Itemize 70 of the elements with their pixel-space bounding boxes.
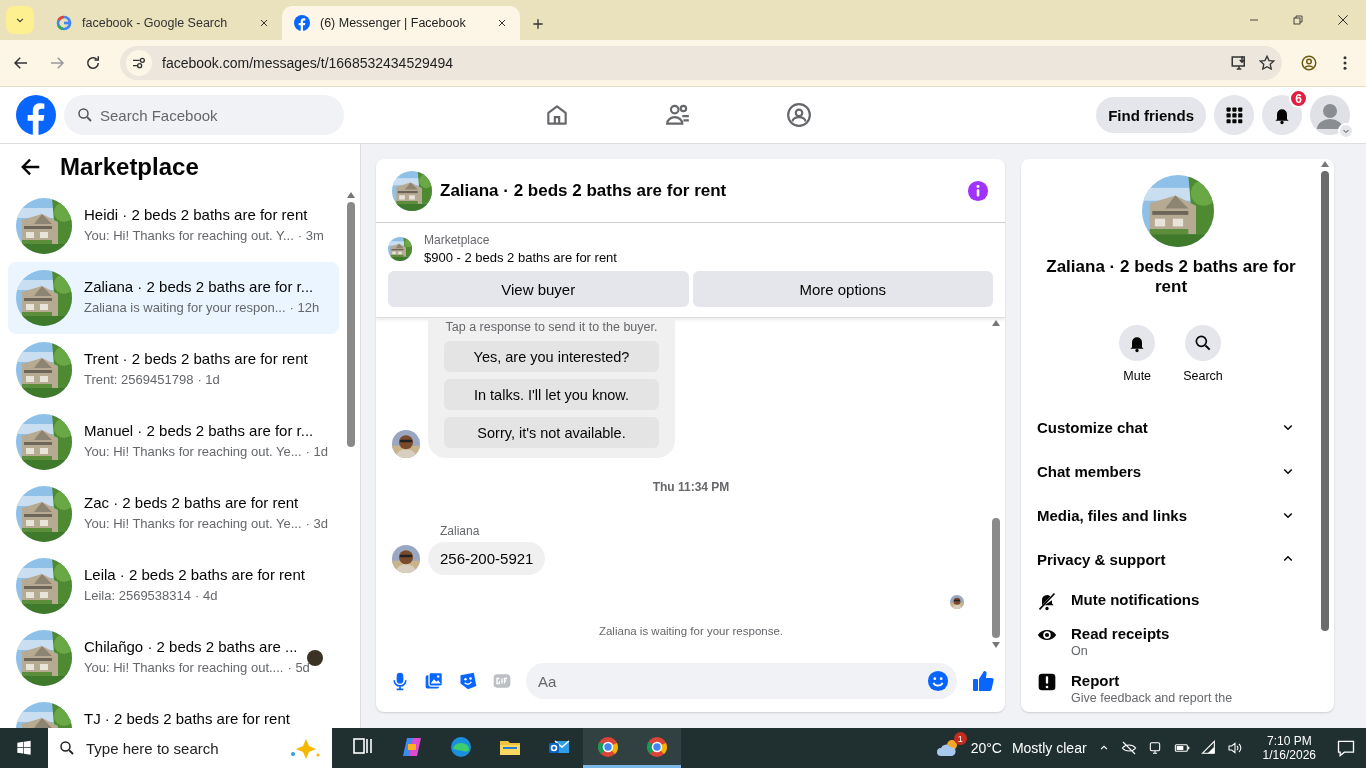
conversation-item[interactable]: Zac · 2 beds 2 baths are for rent You: Hi! Thanks for reaching out. Ye... · 3d <box>8 478 339 550</box>
conversation-name: TJ · 2 beds 2 baths are for rent <box>84 710 291 727</box>
privacy-option[interactable]: Read receipts On <box>1037 615 1319 662</box>
message-preview: You: Hi! Thanks for reaching out. Y... <box>84 228 294 243</box>
conversation-title: Zaliana · 2 beds 2 baths are for rent <box>1045 257 1297 297</box>
privacy-option[interactable]: Mute notifications <box>1037 581 1319 615</box>
conversation-title: Zaliana · 2 beds 2 baths are for rent <box>440 180 728 201</box>
address-bar[interactable]: facebook.com/messages/t/1668532434529494 <box>120 46 1282 80</box>
conversation-name: Trent · 2 beds 2 baths are for rent <box>84 350 309 367</box>
message-bubble: 256-200-5921 <box>428 542 546 575</box>
conversation-name: Chilañgo · 2 beds 2 baths are ... <box>84 638 295 655</box>
conversation-item[interactable]: Chilañgo · 2 beds 2 baths are ... You: Hi! Thanks for reaching out.... · 5d <box>8 622 339 694</box>
message-time: · 4d <box>195 588 218 603</box>
conversation-name: Zaliana · 2 beds 2 baths are for r... <box>84 278 315 295</box>
search-field[interactable]: Search Facebook <box>64 95 344 135</box>
message-timestamp: Thu 11:34 PM <box>651 480 731 494</box>
section-title: Media, files and links <box>1037 506 1188 524</box>
conversation-item[interactable]: Heidi · 2 beds 2 baths are for rent You: Hi! Thanks for reaching out. Y... · 3m <box>8 190 339 262</box>
waiting-status: Zaliana is waiting for your response. <box>597 625 785 637</box>
message-preview: You: Hi! Thanks for reaching out. Ye... <box>84 444 302 459</box>
temperature: 20°C <box>970 740 1002 756</box>
message-preview: You: Hi! Thanks for reaching out.... <box>84 660 284 675</box>
conversation-name: Manuel · 2 beds 2 baths are for r... <box>84 422 315 439</box>
option-detail: Give feedback and report the <box>1071 691 1233 705</box>
message-preview: Zaliana is waiting for your respon... <box>84 300 286 315</box>
message-preview: Leila: 2569538314 <box>84 588 191 603</box>
section-title: Privacy & support <box>1037 550 1166 568</box>
privacy-option[interactable]: Report Give feedback and report the <box>1037 662 1319 709</box>
conversation-item[interactable]: Leila · 2 beds 2 baths are for rent Leila: 2569538314 · 4d <box>8 550 339 622</box>
section-header[interactable]: Customize chat <box>1037 405 1319 449</box>
taskbar-search-field[interactable]: Type here to search <box>48 728 332 768</box>
sender-name: Zaliana <box>440 524 481 538</box>
browser-tab[interactable]: (6) Messenger | Facebook <box>282 6 520 40</box>
message-time: · 5d <box>287 660 310 675</box>
message-time: · 3d <box>305 516 328 531</box>
listing-label: Marketplace <box>424 233 491 247</box>
conversation-name: Leila · 2 beds 2 baths are for rent <box>84 566 306 583</box>
section-title: Customize chat <box>1037 418 1148 436</box>
conversation-name: Heidi · 2 beds 2 baths are for rent <box>84 206 309 223</box>
browser-tab[interactable]: facebook - Google Search <box>44 6 282 40</box>
clock-time[interactable]: 7:10 PM <box>1266 734 1312 748</box>
section-header[interactable]: Media, files and links <box>1037 493 1319 537</box>
message-input[interactable]: Aa <box>526 663 957 699</box>
message-preview: Trent: 2569451798 <box>84 372 194 387</box>
conversation-item[interactable]: Trent · 2 beds 2 baths are for rent Trent: 2569451798 · 1d <box>8 334 339 406</box>
section-header[interactable]: Privacy & support <box>1037 537 1319 581</box>
find-friends-button[interactable]: Find friends <box>1096 97 1206 133</box>
quick-reply-button[interactable]: Sorry, it's not available. <box>444 417 659 448</box>
section-title: Chat members <box>1037 462 1142 480</box>
message-time: · 1d <box>197 372 220 387</box>
message-time: · 12h <box>289 300 320 315</box>
quick-reply-button[interactable]: In talks. I'll let you know. <box>444 379 659 410</box>
action-button[interactable]: More options <box>692 271 993 307</box>
listing-title: $900 - 2 beds 2 baths are for rent <box>424 250 617 265</box>
message-time: · 1d <box>305 444 328 459</box>
section-header[interactable]: Chat members <box>1037 449 1319 493</box>
quick-reply-button[interactable]: Yes, are you interested? <box>444 341 659 372</box>
conversation-item[interactable]: Zaliana · 2 beds 2 baths are for r... Zaliana is waiting for your respon... · 12h <box>8 262 339 334</box>
conversation-item[interactable]: Manuel · 2 beds 2 baths are for r... You: Hi! Thanks for reaching out. Ye... · 1d <box>8 406 339 478</box>
weather-condition: Mostly clear <box>1011 740 1087 756</box>
quick-reply-hint: Tap a response to send it to the buyer. <box>444 320 659 334</box>
clock-date[interactable]: 1/16/2026 <box>1262 748 1316 762</box>
weather-alert-badge: 1 <box>953 732 967 745</box>
message-preview: You: Hi! Thanks for reaching out. Ye... <box>84 516 302 531</box>
action-button[interactable]: View buyer <box>388 271 689 307</box>
message-time: · 3m <box>297 228 324 243</box>
conversation-name: Zac · 2 beds 2 baths are for rent <box>84 494 300 511</box>
notification-badge: 6 <box>1289 89 1308 108</box>
sidebar-title: Marketplace <box>60 153 199 181</box>
option-detail: On <box>1071 644 1089 658</box>
